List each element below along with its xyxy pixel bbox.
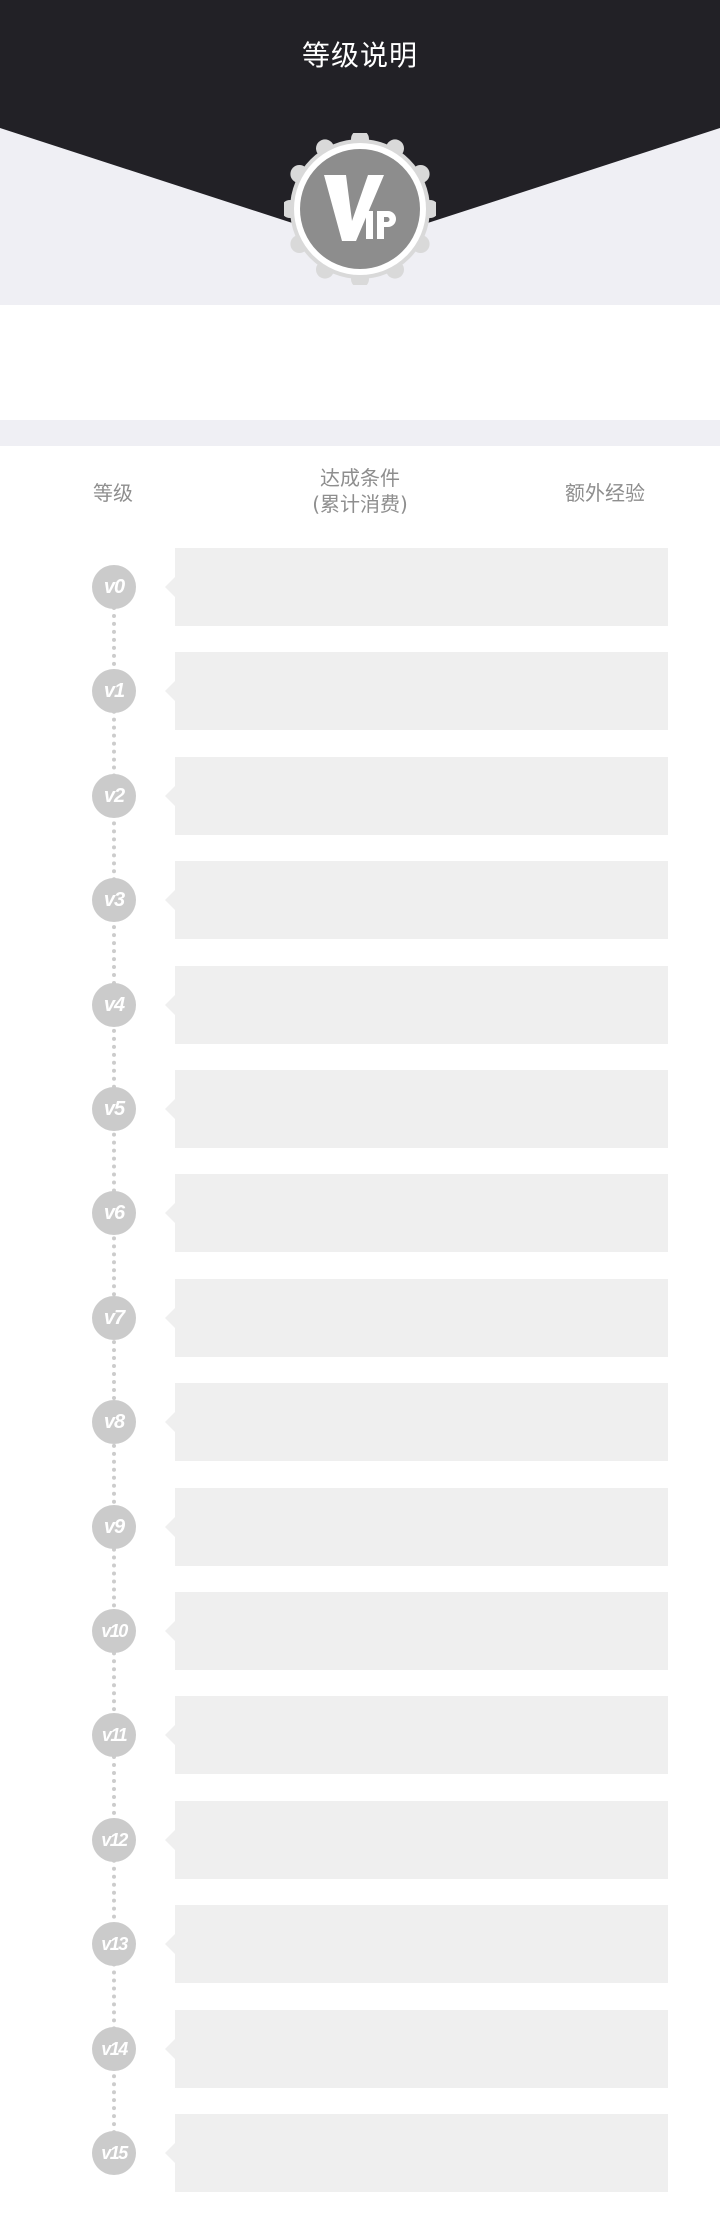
level-card	[165, 1800, 668, 1879]
level-badge: v3	[92, 878, 136, 923]
level-row: v2	[0, 756, 720, 835]
level-row: v1	[0, 652, 720, 731]
header-spacer	[0, 305, 720, 420]
level-row: v14	[0, 2009, 720, 2088]
column-header-level: 等级	[93, 481, 133, 505]
level-row: v5	[0, 1070, 720, 1148]
level-row: v13	[0, 1905, 720, 1984]
level-row: v7	[0, 1278, 720, 1357]
level-badge: v11	[92, 1713, 136, 1758]
column-header-extra-exp: 额外经验	[565, 481, 645, 505]
level-badge: v8	[92, 1400, 136, 1445]
header-banner: 等级说明	[0, 0, 720, 305]
column-header-condition-title: 达成条件	[320, 466, 400, 490]
level-card	[165, 652, 668, 731]
level-badge: v9	[92, 1504, 136, 1549]
level-badge: v6	[92, 1191, 136, 1236]
section-divider	[0, 420, 720, 446]
level-row: v8	[0, 1383, 720, 1462]
level-badge: v4	[92, 982, 136, 1027]
level-badge: v1	[92, 669, 136, 714]
level-badge: v5	[92, 1087, 136, 1131]
level-row: v12	[0, 1800, 720, 1879]
level-badge: v2	[92, 773, 136, 818]
level-card	[165, 1696, 668, 1775]
level-badge: v10	[92, 1609, 136, 1653]
level-card	[165, 1905, 668, 1984]
level-badge: v13	[92, 1922, 136, 1967]
column-header-condition-note: (累计消费)	[312, 492, 408, 516]
level-row: v4	[0, 965, 720, 1044]
level-card	[165, 1592, 668, 1670]
level-card	[165, 548, 668, 626]
level-badge: v0	[92, 565, 136, 609]
level-card	[165, 756, 668, 835]
column-header-condition: 达成条件 (累计消费)	[260, 465, 460, 517]
level-row: v0	[0, 548, 720, 626]
level-badge: v14	[92, 2026, 136, 2071]
level-card	[165, 1278, 668, 1357]
level-card	[165, 1383, 668, 1462]
level-card	[165, 2114, 668, 2192]
vip-badge-icon	[284, 133, 436, 285]
level-row: v10	[0, 1592, 720, 1670]
level-row: v9	[0, 1487, 720, 1566]
level-badge: v7	[92, 1295, 136, 1340]
level-row: v15	[0, 2114, 720, 2192]
page-title: 等级说明	[301, 39, 418, 72]
level-row: v3	[0, 861, 720, 940]
level-row: v6	[0, 1174, 720, 1253]
level-card	[165, 1070, 668, 1148]
level-card	[165, 2009, 668, 2088]
level-row: v11	[0, 1696, 720, 1775]
level-card	[165, 861, 668, 940]
level-card	[165, 965, 668, 1044]
level-card	[165, 1174, 668, 1253]
level-badge: v15	[92, 2131, 136, 2175]
level-badge: v12	[92, 1817, 136, 1862]
level-card	[165, 1487, 668, 1566]
